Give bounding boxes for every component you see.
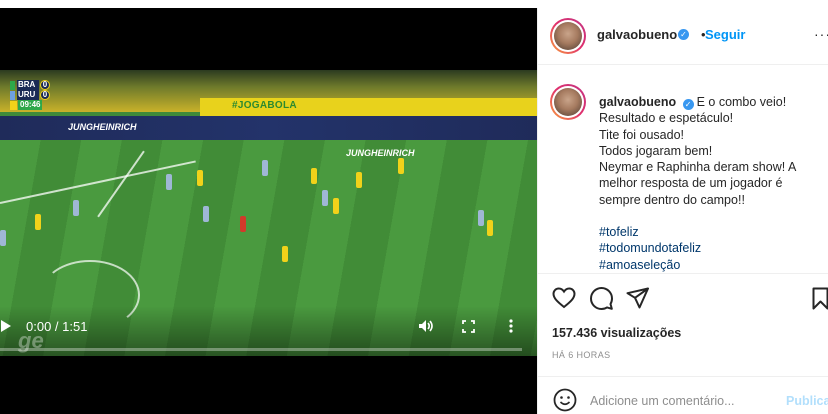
verified-icon: ✓ bbox=[678, 29, 689, 40]
post-timestamp[interactable]: HÁ 6 HORAS bbox=[552, 350, 611, 360]
caption-line: E o combo veio! bbox=[696, 95, 787, 109]
caption-line: Tite foi ousado! bbox=[599, 127, 685, 142]
home-score: 0 bbox=[40, 80, 50, 90]
player-brazil bbox=[356, 172, 362, 188]
hashtag-link[interactable]: #tofeliz bbox=[599, 224, 827, 240]
caption-line: Todos jogaram bem! bbox=[599, 143, 713, 158]
post-caption: galvaobueno ✓ E o combo veio! Resultado e… bbox=[599, 94, 827, 273]
volume-icon[interactable] bbox=[418, 319, 434, 338]
profile-photo bbox=[554, 22, 582, 50]
flag-uruguay-icon bbox=[10, 90, 15, 100]
player-uruguay bbox=[166, 174, 172, 190]
comment-input[interactable] bbox=[590, 391, 780, 411]
player-uruguay bbox=[0, 230, 6, 246]
caption-line: melhor resposta de um jogador é bbox=[599, 176, 783, 191]
away-score: 0 bbox=[40, 90, 50, 100]
pitch-line bbox=[97, 150, 145, 218]
view-count[interactable]: 157.436 visualizações bbox=[552, 326, 681, 340]
profile-photo bbox=[554, 88, 582, 116]
heart-icon[interactable] bbox=[552, 287, 576, 314]
caption-avatar[interactable] bbox=[550, 84, 586, 120]
share-icon[interactable] bbox=[626, 287, 649, 314]
player-brazil bbox=[35, 214, 41, 230]
player-brazil bbox=[197, 170, 203, 186]
player-uruguay bbox=[322, 190, 328, 206]
away-team: URU bbox=[17, 90, 39, 100]
player-uruguay bbox=[478, 210, 484, 226]
caption-line: Resultado e espetáculo! bbox=[599, 111, 734, 126]
actions-divider bbox=[538, 273, 828, 274]
player-brazil bbox=[398, 158, 404, 174]
header-username[interactable]: galvaobueno bbox=[597, 27, 677, 42]
play-icon[interactable] bbox=[0, 319, 12, 338]
avatar[interactable] bbox=[550, 18, 586, 54]
player-brazil bbox=[311, 168, 317, 184]
scoreboard: BRA 0 URU 0 09:46 bbox=[10, 80, 54, 110]
top-bar bbox=[0, 0, 828, 8]
follow-button[interactable]: Seguir bbox=[705, 27, 745, 42]
comment-divider bbox=[538, 376, 828, 377]
clock-badge-icon bbox=[10, 100, 17, 110]
post-panel: galvaobueno ✓ • Seguir ··· galvaobueno ✓… bbox=[537, 8, 828, 414]
video-time-display: 0:00 / 1:51 bbox=[26, 319, 88, 334]
flag-brazil-icon bbox=[10, 80, 15, 90]
match-clock: 09:46 bbox=[10, 100, 54, 110]
banner-text: #JOGABOLA bbox=[232, 100, 297, 111]
more-options-icon[interactable] bbox=[509, 319, 513, 338]
player-brazil bbox=[487, 220, 493, 236]
video-player[interactable]: #JOGABOLA JUNGHEINRICH JUNGHEINRICH BRA bbox=[0, 8, 537, 414]
more-options-icon[interactable]: ··· bbox=[814, 26, 828, 42]
verified-icon: ✓ bbox=[682, 99, 694, 110]
caption-line: Neymar e Raphinha deram show! A bbox=[599, 160, 797, 175]
hashtag-link[interactable]: #amoaseleção bbox=[599, 257, 827, 273]
fullscreen-icon[interactable] bbox=[462, 320, 475, 338]
video-progress-bar[interactable] bbox=[0, 348, 522, 351]
comment-icon[interactable] bbox=[590, 287, 613, 315]
player-brazil bbox=[282, 246, 288, 262]
ad-text-second: JUNGHEINRICH bbox=[346, 148, 415, 158]
bookmark-icon[interactable] bbox=[812, 287, 828, 315]
player-uruguay bbox=[203, 206, 209, 222]
home-team: BRA bbox=[17, 80, 39, 90]
ad-text: JUNGHEINRICH bbox=[68, 122, 137, 132]
publish-button[interactable]: Publicar bbox=[786, 394, 828, 408]
player-brazil bbox=[333, 198, 339, 214]
player-referee bbox=[240, 216, 246, 232]
caption-line: sempre dentro do campo!! bbox=[599, 192, 745, 207]
scoreboard-home: BRA 0 bbox=[10, 80, 54, 90]
scoreboard-away: URU 0 bbox=[10, 90, 54, 100]
clock-time: 09:46 bbox=[18, 100, 43, 110]
hashtag-link[interactable]: #todomundotafeliz bbox=[599, 240, 827, 256]
emoji-icon[interactable] bbox=[553, 388, 577, 414]
player-uruguay bbox=[262, 160, 268, 176]
player-uruguay bbox=[73, 200, 79, 216]
caption-username[interactable]: galvaobueno bbox=[599, 95, 676, 109]
header-divider bbox=[538, 64, 828, 65]
